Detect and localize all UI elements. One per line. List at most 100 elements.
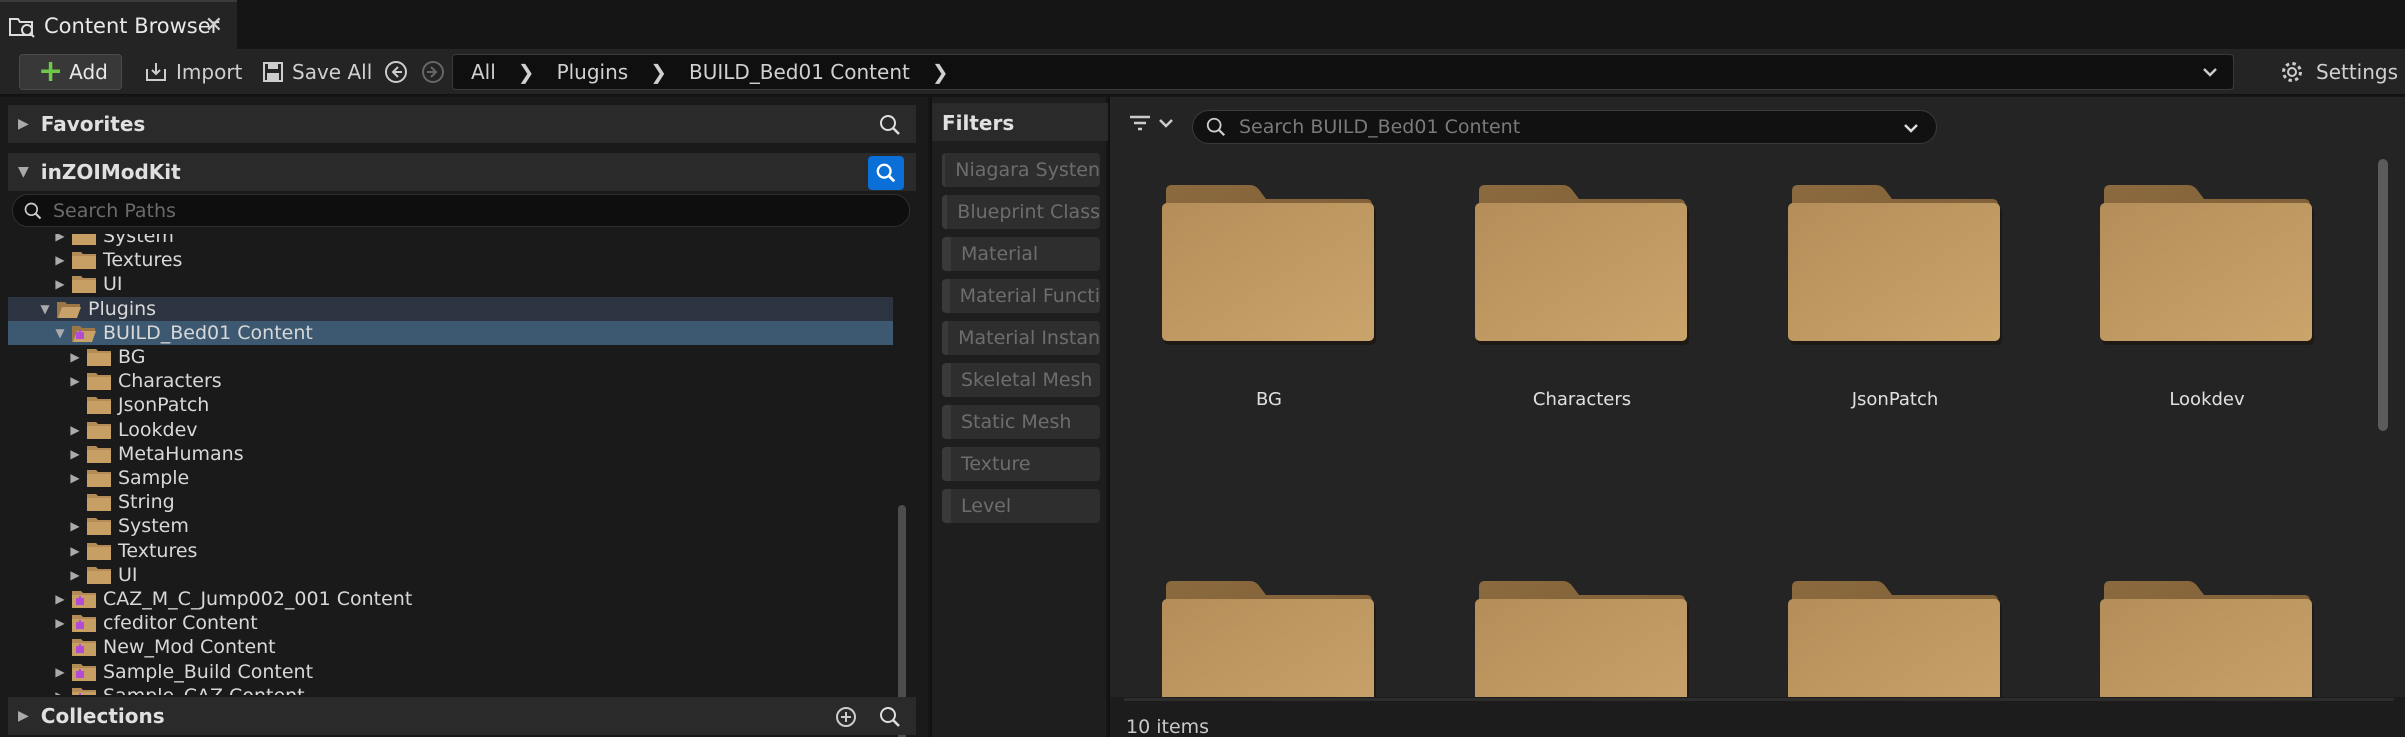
forward-icon[interactable] <box>420 59 446 85</box>
folder-tile[interactable] <box>1467 577 1697 697</box>
chevron-right-icon[interactable]: ❯ <box>650 60 667 84</box>
folder-icon <box>87 445 111 463</box>
caret-down-icon[interactable]: ▼ <box>38 302 52 316</box>
tree-item[interactable]: ▶ Textures <box>8 248 893 272</box>
tree-item[interactable]: ▼ Plugins <box>8 296 893 321</box>
tree-item[interactable]: ▼ BUILD_Bed01 Content <box>8 320 893 345</box>
asset-grid: BG Characters JsonPatch Lookdev <box>1110 157 2405 697</box>
breadcrumb-all[interactable]: All <box>471 60 496 84</box>
tree-item[interactable]: ▶ Sample_Build Content <box>8 660 893 684</box>
tree-item-label: CAZ_M_C_Jump002_001 Content <box>103 588 413 610</box>
folder-tile[interactable] <box>2092 577 2322 697</box>
import-label: Import <box>176 60 243 84</box>
import-button[interactable]: Import <box>144 54 242 90</box>
tree-item[interactable]: ▶ Characters <box>8 369 893 393</box>
filter-chip[interactable]: Material <box>942 237 1100 271</box>
tree-item[interactable]: ▶ UI <box>8 272 893 296</box>
tree-item[interactable]: ▶ BG <box>8 345 893 369</box>
folder-tile[interactable]: BG <box>1154 181 1384 410</box>
caret-down-icon[interactable]: ▼ <box>53 326 67 340</box>
add-button[interactable]: + Add <box>19 54 122 90</box>
filter-dropdown[interactable] <box>1128 113 1176 133</box>
breadcrumb-build-bed01[interactable]: BUILD_Bed01 Content <box>689 60 910 84</box>
asset-search-input[interactable] <box>1239 116 1879 138</box>
tree-item[interactable]: ▶ Lookdev <box>8 418 893 442</box>
tree-item[interactable]: ▶ UI <box>8 563 893 587</box>
tree-item[interactable]: ▶ Textures <box>8 539 893 563</box>
tree-item[interactable]: ▶ System <box>8 514 893 538</box>
asset-scrollbar[interactable] <box>2378 159 2388 431</box>
folder-tile[interactable]: Lookdev <box>2092 181 2322 410</box>
tree-item-label: JsonPatch <box>118 394 210 417</box>
settings-button[interactable]: Settings <box>2280 54 2398 90</box>
close-icon[interactable]: ✕ <box>205 13 223 38</box>
caret-right-icon[interactable]: ▶ <box>68 544 82 558</box>
caret-right-icon[interactable]: ▶ <box>68 471 82 485</box>
folder-icon <box>72 252 96 270</box>
tab-title: Content Browser <box>44 13 220 38</box>
search-icon[interactable] <box>878 705 902 729</box>
path-tree: ▶ System ▶ Textures ▶ UI ▼ Plugins ▼ BUILD_Bed01 … <box>8 234 893 695</box>
add-collection-icon[interactable] <box>834 705 858 729</box>
collections-header[interactable]: ▶ Collections <box>8 697 916 735</box>
filter-chip[interactable]: Static Mesh <box>942 405 1100 439</box>
tree-item[interactable]: ▶ System <box>8 234 893 248</box>
chevron-down-icon[interactable] <box>2199 61 2221 83</box>
caret-right-icon[interactable]: ▶ <box>68 447 82 461</box>
caret-right-icon[interactable]: ▶ <box>53 277 67 291</box>
favorites-header[interactable]: ▶ Favorites <box>8 105 916 143</box>
filter-chip[interactable]: Texture <box>942 447 1100 481</box>
folder-icon <box>1788 185 2002 345</box>
folder-icon <box>1475 581 1689 697</box>
tree-item[interactable]: ▶ Sample_CAZ Content <box>8 684 893 695</box>
path-search-input[interactable] <box>53 199 853 222</box>
tab-strip: Content Browser ✕ <box>0 0 2405 49</box>
tree-item[interactable]: ▶ cfeditor Content <box>8 611 893 635</box>
caret-right-icon[interactable]: ▶ <box>53 665 67 679</box>
caret-right-icon[interactable]: ▶ <box>53 592 67 606</box>
tree-item[interactable]: JsonPatch <box>8 393 893 417</box>
tab-content-browser[interactable]: Content Browser ✕ <box>0 0 237 49</box>
folder-tile[interactable]: Characters <box>1467 181 1697 410</box>
caret-right-icon[interactable]: ▶ <box>53 234 67 243</box>
filters-title: Filters <box>932 103 1108 141</box>
breadcrumb-plugins[interactable]: Plugins <box>557 60 629 84</box>
tree-item-label: Lookdev <box>118 418 198 441</box>
tree-item[interactable]: ▶ CAZ_M_C_Jump002_001 Content <box>8 587 893 611</box>
caret-right-icon[interactable]: ▶ <box>68 374 82 388</box>
back-icon[interactable] <box>383 59 409 85</box>
chevron-right-icon[interactable]: ❯ <box>518 60 535 84</box>
caret-right-icon[interactable]: ▶ <box>53 253 67 267</box>
filter-chip[interactable]: Material Functi <box>942 279 1100 313</box>
chevron-down-icon[interactable] <box>1900 117 1922 139</box>
caret-right-icon[interactable]: ▶ <box>68 519 82 533</box>
caret-right-icon[interactable]: ▶ <box>68 568 82 582</box>
filter-chip[interactable]: Niagara Systen <box>942 153 1100 187</box>
filter-chip[interactable]: Blueprint Class <box>942 195 1100 229</box>
save-all-button[interactable]: Save All <box>262 54 372 90</box>
tree-item[interactable]: New_Mod Content <box>8 635 893 659</box>
filter-chip[interactable]: Level <box>942 489 1100 523</box>
filter-chip-indicator <box>942 237 951 271</box>
folder-tile[interactable]: JsonPatch <box>1780 181 2010 410</box>
tree-item[interactable]: ▶ MetaHumans <box>8 442 893 466</box>
filter-chip-label: Material Functi <box>959 285 1100 307</box>
tree-item[interactable]: String <box>8 490 893 514</box>
tree-item[interactable]: ▶ Sample <box>8 466 893 490</box>
filter-chip[interactable]: Skeletal Mesh <box>942 363 1100 397</box>
asset-search-field[interactable] <box>1192 110 1937 144</box>
caret-right-icon[interactable]: ▶ <box>53 689 67 695</box>
search-icon[interactable] <box>878 113 902 137</box>
path-search-toggle[interactable] <box>868 156 904 190</box>
caret-right-icon[interactable]: ▶ <box>53 616 67 630</box>
folder-icon <box>87 518 111 536</box>
folder-tile[interactable] <box>1780 577 2010 697</box>
folder-tile[interactable] <box>1154 577 1384 697</box>
caret-right-icon[interactable]: ▶ <box>68 350 82 364</box>
filter-chip[interactable]: Material Instan <box>942 321 1100 355</box>
chevron-right-icon[interactable]: ❯ <box>932 60 949 84</box>
caret-right-icon[interactable]: ▶ <box>68 423 82 437</box>
import-icon <box>146 63 166 81</box>
inzoimodkit-header[interactable]: ▼ inZOIModKit <box>8 153 916 191</box>
path-search-field[interactable] <box>12 194 910 227</box>
